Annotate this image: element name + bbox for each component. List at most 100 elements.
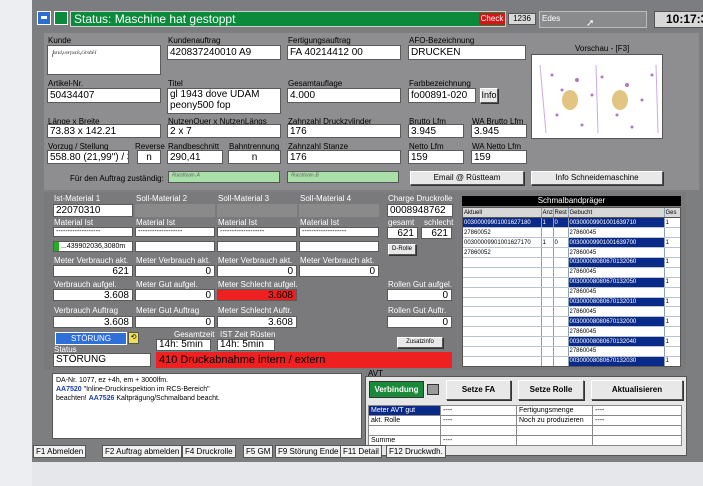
check-badge[interactable]: Check <box>479 13 505 25</box>
schmalband-cell <box>463 287 542 298</box>
schmalband-cell <box>463 326 542 338</box>
app-icon[interactable] <box>37 11 51 25</box>
schmalband-cell: 27860045 <box>568 247 665 258</box>
schmalband-row[interactable]: 27860045 <box>463 326 680 338</box>
schmalband-cell: 00300009901001639710 <box>568 217 665 229</box>
schmalband-cell: 1 <box>664 257 680 268</box>
mouse-cursor-icon: ➚ <box>586 18 595 29</box>
label-material-ist-2: Material Ist <box>136 218 176 227</box>
label-meter-verbrauch-2: Meter Verbrauch akt. <box>136 256 211 265</box>
schmalband-cell: 1 <box>541 217 554 229</box>
fkey-4[interactable]: F5 GM <box>243 445 274 458</box>
col-anz[interactable]: Anz <box>541 208 554 219</box>
schmalband-cell: 1 <box>664 237 680 249</box>
afo-field: DRUCKEN <box>408 45 526 60</box>
d-rolle-button[interactable]: D-Rolle <box>388 244 416 255</box>
setze-rolle-button[interactable]: Setze Rolle <box>518 380 584 400</box>
stoerung-link-icon[interactable]: ⟲ <box>128 332 139 344</box>
setze-fa-button[interactable]: Setze FA <box>446 380 511 400</box>
schmalband-cell: 00300008080670132030 <box>568 356 665 366</box>
avt-akt-rolle-label[interactable]: akt. Rolle <box>368 415 441 426</box>
aktualisieren-button[interactable]: Aktualisieren <box>591 380 683 400</box>
fkey-6[interactable]: F11 Detail <box>340 445 382 458</box>
schmalband-row[interactable]: 00300009901001627170 1 0 003000099010016397… <box>463 237 680 249</box>
kunde-field: ⌇ᵃⁿᵈ·ᵛᵉʳᵖᵃᶜᵏ·ᴳᵐᵇᴴ <box>47 45 161 75</box>
schmalband-row[interactable]: 00300008080670132030 1 <box>463 356 680 366</box>
schmalband-row[interactable]: 27860045 <box>463 306 680 318</box>
schmalband-cell <box>541 227 554 239</box>
preview-image[interactable] <box>531 54 663 139</box>
schmalband-row[interactable]: 00300008080670132000 1 <box>463 316 680 328</box>
schmalband-cell <box>541 277 554 288</box>
info-schneidemaschine-button[interactable]: Info Schneidemaschine <box>531 171 663 185</box>
fkey-1[interactable]: F1 Abmelden <box>33 445 87 458</box>
schmalband-row[interactable]: 27860045 <box>463 267 680 278</box>
schmalband-cell <box>463 356 542 366</box>
schmalband-table: Aktuell Anz Rest Gebucht Ges 00300009901… <box>463 208 681 367</box>
schmalband-cell: 00300008080670132050 <box>568 277 665 288</box>
zustaendig-1: ᴿᵘᵉˢᵗᵗᵉᵃᵐ·ᴬ <box>168 171 280 183</box>
left-margin <box>0 0 32 486</box>
schmalband-row[interactable]: 27860052 27860045 <box>463 227 680 239</box>
zustaendig-2: ᴿᵘᵉˢᵗᵗᵉᵃᵐ·ᴮ <box>287 171 399 183</box>
label-farbbezeichnung: Farbbezeichnung <box>409 79 471 88</box>
verbindung-button[interactable]: Verbindung <box>369 381 424 398</box>
schmalband-cell: 00300008080670132040 <box>568 336 665 347</box>
verbrauch-auftrag-value: 3.608 <box>53 316 133 328</box>
status-value: STÖRUNG <box>53 353 151 367</box>
col-ges[interactable]: Ges <box>664 208 680 219</box>
material-progress-1: ...439902036,3080m <box>53 241 133 252</box>
col-aktuell[interactable]: Aktuell <box>463 208 542 219</box>
avt-row-meter: Meter AVT gut ---- Fertigungsmenge ---- <box>368 405 682 416</box>
label-schlecht: schlecht <box>424 218 454 227</box>
fkey-5[interactable]: F9 Störung Ende <box>275 445 342 458</box>
avt-row-summe: Summe ---- <box>368 435 682 446</box>
note-code-aa7520[interactable]: AA7520 <box>56 386 82 393</box>
info-button[interactable]: Info <box>480 88 498 103</box>
fkey-7[interactable]: F12 Druckwdh. <box>386 445 446 458</box>
meter-verbrauch-4: 0 <box>299 265 379 277</box>
schmalband-empty-row <box>463 366 681 367</box>
titel-field: gl 1943 dove UDAM peony500 fop <box>167 88 281 114</box>
schmalband-cell <box>553 277 569 288</box>
label-gesamtzeit: Gesamtzeit <box>174 330 215 339</box>
schmalband-cell <box>463 306 542 318</box>
zusatzinfo-button[interactable]: Zusatzinfo <box>397 337 443 348</box>
fkey-2[interactable]: F2 Auftrag abmelden <box>102 445 183 458</box>
schmalband-row[interactable]: 00300008080670132060 1 <box>463 257 680 268</box>
schmalband-row[interactable]: 00300008080670132010 1 <box>463 297 680 308</box>
schmalband-cell <box>541 336 554 347</box>
rollen-gut-aufgel-value: 0 <box>387 289 452 301</box>
schmalband-cell <box>553 326 569 338</box>
label-vorschau[interactable]: Vorschau - [F3] <box>575 44 629 53</box>
schmalband-row[interactable]: 27860045 <box>463 287 680 298</box>
stoerung-button[interactable]: STÖRUNG <box>55 332 127 345</box>
schmalband-row[interactable]: 27860045 <box>463 346 680 357</box>
fkey-3[interactable]: F4 Druckrolle <box>182 445 236 458</box>
avt-meter-gut-label[interactable]: Meter AVT gut <box>368 405 441 416</box>
meter-verbrauch-3: 0 <box>217 265 297 277</box>
avt-summe-label[interactable]: Summe <box>368 435 441 446</box>
material-progress-2 <box>135 241 215 252</box>
label-titel: Titel <box>168 79 183 88</box>
avt-table-wrap: Meter AVT gut ---- Fertigungsmenge ---- … <box>368 405 682 446</box>
schmalband-row[interactable]: 00300009901001627180 1 0 003000099010016397… <box>463 217 680 229</box>
schmalband-cell <box>664 247 680 258</box>
schmalband-cell: 00300008080670132000 <box>568 316 665 328</box>
note-code-aa7526[interactable]: AA7526 <box>89 395 115 402</box>
schmalband-cell: 1 <box>664 356 680 366</box>
schmalband-row[interactable]: 00300008080670132040 1 <box>463 336 680 347</box>
label-kunde: Kunde <box>48 36 72 45</box>
avt-akt-rolle-value: ---- <box>440 415 517 426</box>
schmalband-row[interactable]: 00300008080670132050 1 <box>463 277 680 288</box>
laenge-field: 73.83 x 142.21 <box>47 124 161 138</box>
meter-verbrauch-2: 0 <box>135 265 215 277</box>
email-ruestteam-button[interactable]: Email @ Rüstteam <box>410 171 524 185</box>
label-afo: AFO-Bezeichnung <box>409 36 475 45</box>
label-meter-verbrauch-4: Meter Verbrauch akt. <box>300 256 375 265</box>
wa-brutto-field: 3.945 <box>471 124 527 138</box>
col-gebucht[interactable]: Gebucht <box>568 208 665 219</box>
schmalband-row[interactable]: 27860052 27860045 <box>463 247 680 258</box>
schmalband-cell <box>463 277 542 288</box>
col-rest[interactable]: Rest <box>553 208 569 219</box>
